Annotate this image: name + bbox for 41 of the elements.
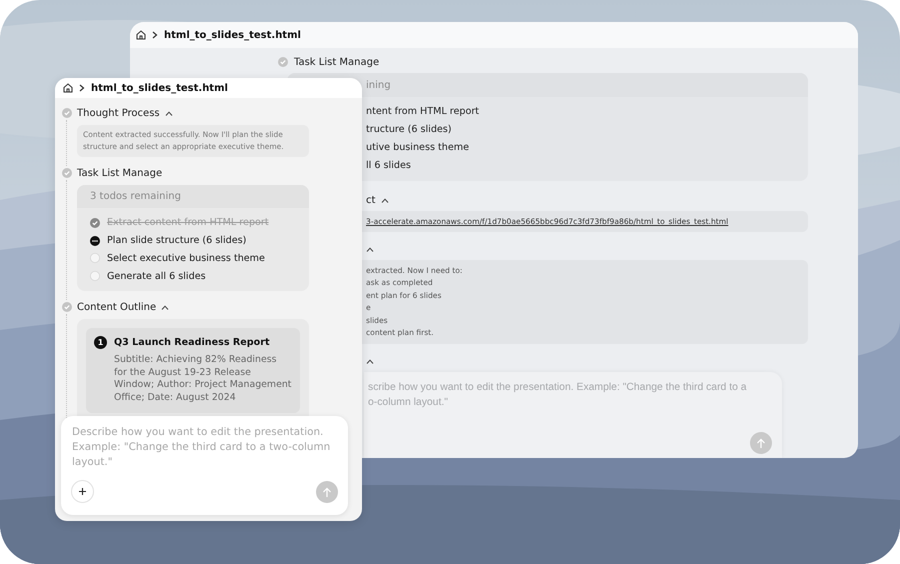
- arrow-up-icon: [322, 486, 332, 498]
- prompt-field[interactable]: Describe how you want to edit the presentation. Example: "Change the third card to a two-column layout.": [61, 416, 348, 478]
- window-title: html_to_slides_test.html: [164, 30, 301, 40]
- slide-title: Q3 Launch Readiness Report: [114, 337, 270, 348]
- todo-item: ll 6 slides: [366, 159, 412, 173]
- section-heading: Thought Process: [77, 108, 160, 118]
- todo-item: Plan slide structure (6 slides): [107, 235, 246, 246]
- slide-description: Subtitle: Achieving 82% Readiness for the August 19-23 Release Window; Author: Project Management Office; Date: August 2024: [113, 354, 292, 405]
- slide-number: 1: [94, 336, 107, 350]
- section-heading: ct: [366, 194, 376, 206]
- prompt-field[interactable]: scribe how you want to edit the presentation. Example: "Change the third card to a o-column layout.": [364, 372, 782, 432]
- home-icon[interactable]: [63, 83, 73, 93]
- chevron-up-icon[interactable]: [164, 110, 173, 116]
- chevron-right-icon: [152, 31, 158, 39]
- todo-item: Extract content from HTML report: [107, 217, 269, 228]
- section-heading: Task List Manage: [77, 168, 162, 178]
- check-circle-icon: [62, 302, 72, 312]
- todo-count: ining: [366, 80, 391, 90]
- chevron-right-icon: [79, 84, 85, 92]
- home-icon[interactable]: [136, 30, 146, 40]
- todo-item: tructure (6 slides): [366, 123, 453, 137]
- section-heading: Content Outline: [77, 302, 156, 313]
- chevron-up-icon[interactable]: [381, 198, 390, 202]
- todo-item: Generate all 6 slides: [107, 270, 206, 282]
- check-circle-icon: [62, 168, 72, 178]
- panel-title: html_to_slides_test.html: [91, 82, 228, 94]
- check-circle-icon: [278, 57, 288, 67]
- todo-item: Select executive business theme: [107, 252, 265, 264]
- prompt-box[interactable]: Describe how you want to edit the presentation. Example: "Change the third card to a two-column layout.": [61, 416, 348, 515]
- prompt-box[interactable]: scribe how you want to edit the presentation. Example: "Change the third card to a o-column layout.": [364, 372, 782, 458]
- arrow-up-icon: [756, 438, 766, 448]
- todo-count: 3 todos remaining: [90, 191, 181, 202]
- todo-item: utive business theme: [366, 141, 470, 155]
- add-button[interactable]: [71, 480, 94, 503]
- check-circle-icon: [62, 108, 72, 118]
- plus-icon: [78, 487, 87, 496]
- chevron-up-icon[interactable]: [366, 246, 374, 252]
- section-heading: Task List Manage: [294, 56, 380, 68]
- chevron-up-icon[interactable]: [366, 358, 374, 364]
- chevron-up-icon[interactable]: [161, 304, 170, 310]
- todo-item: ntent from HTML report: [366, 105, 480, 119]
